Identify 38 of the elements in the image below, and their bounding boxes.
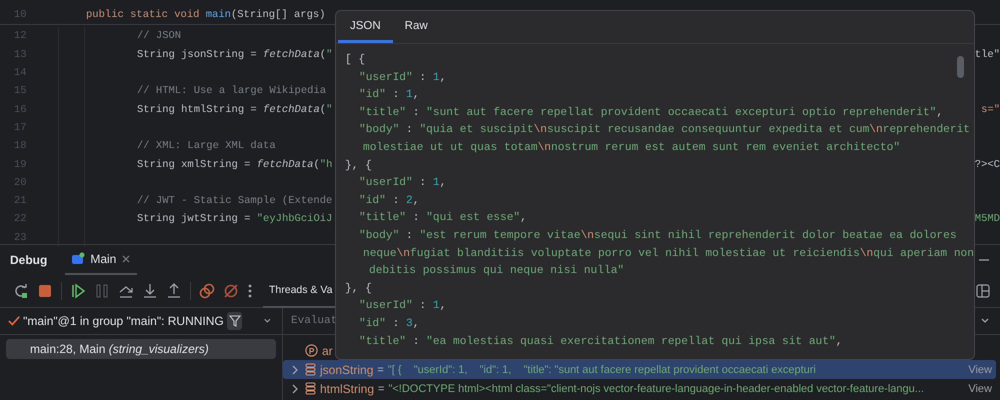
code-line: String jwtString = "eyJhbGciOiJ — [137, 213, 332, 226]
json-line: neque\nfugiat blanditiis voluptate porro vel nihil molestiae ut reiciendis\nqui aperiam non — [363, 248, 974, 260]
variable-value: "[ { "userId": 1, "id": 1, "title": "sunt aut facere repellat provident occaecati excepturi — [388, 364, 816, 376]
code-line: public static void main(String[] args) — [86, 9, 326, 22]
equals-sign: = — [378, 382, 384, 394]
json-line: "title" : "sunt aut facere repellat provident occaecati excepturi optio reprehenderit", — [359, 106, 944, 119]
variable-name: htmlString — [320, 382, 374, 396]
json-line: "title" : "ea molestias quasi exercitationem repellat qui ipsa sit aut", — [359, 336, 842, 348]
json-line: "body" : "est rerum tempore vitae\nsequi sint nihil reprehenderit dolor beatae ea dolores — [359, 230, 957, 242]
json-line: "id" : 2, — [359, 194, 420, 207]
panel-title: Debug — [10, 253, 48, 267]
code-line: // JWT - Static Sample (Extende — [137, 195, 332, 208]
code-text: tle" — [974, 48, 1000, 61]
json-line: [ { — [345, 54, 366, 66]
json-line: "id" : 1, — [359, 89, 420, 102]
code-text: M5MD — [974, 213, 1000, 226]
code-text: s=" — [981, 104, 1000, 116]
code-line: String jsonString = fetchData(" — [137, 48, 332, 61]
code-line: // XML: Large XML data — [137, 140, 276, 152]
json-line: "title" : "qui est esse", — [359, 212, 527, 224]
code-text: ?><C — [974, 158, 1000, 171]
json-line: "userId" : 1, — [359, 177, 446, 190]
code-line: // HTML: Use a large Wikipedia — [137, 85, 326, 98]
json-line: "body" : "quia et suscipit\nsuscipit recusandae consequuntur expedita et cum\nreprehenderit — [359, 124, 970, 136]
variable-name: jsonString — [320, 362, 374, 376]
variable-name: ar — [322, 344, 333, 358]
code-line: // JSON — [137, 30, 182, 42]
equals-sign: = — [377, 364, 384, 376]
json-line: debitis possimus qui neque nisi nulla" — [369, 265, 624, 278]
thread-label: "main"@1 in group "main": RUNNING — [23, 314, 224, 328]
json-line: }, { — [345, 160, 372, 172]
json-line: "userId" : 1, — [359, 72, 446, 84]
json-line: molestiae ut ut quas totam\nnostrum rerum est autem sunt rem eveniet architecto" — [363, 142, 900, 154]
code-line: String htmlString = fetchData(" — [137, 104, 332, 116]
json-line: }, { — [345, 282, 372, 295]
json-line: "id" : 3, — [359, 318, 420, 330]
variable-value: "<!DOCTYPE html><html class="client-nojs vector-feature-language-in-header-enabled vector-feature-langu... — [388, 382, 924, 394]
code-line: String xmlString = fetchData("h — [137, 158, 332, 171]
